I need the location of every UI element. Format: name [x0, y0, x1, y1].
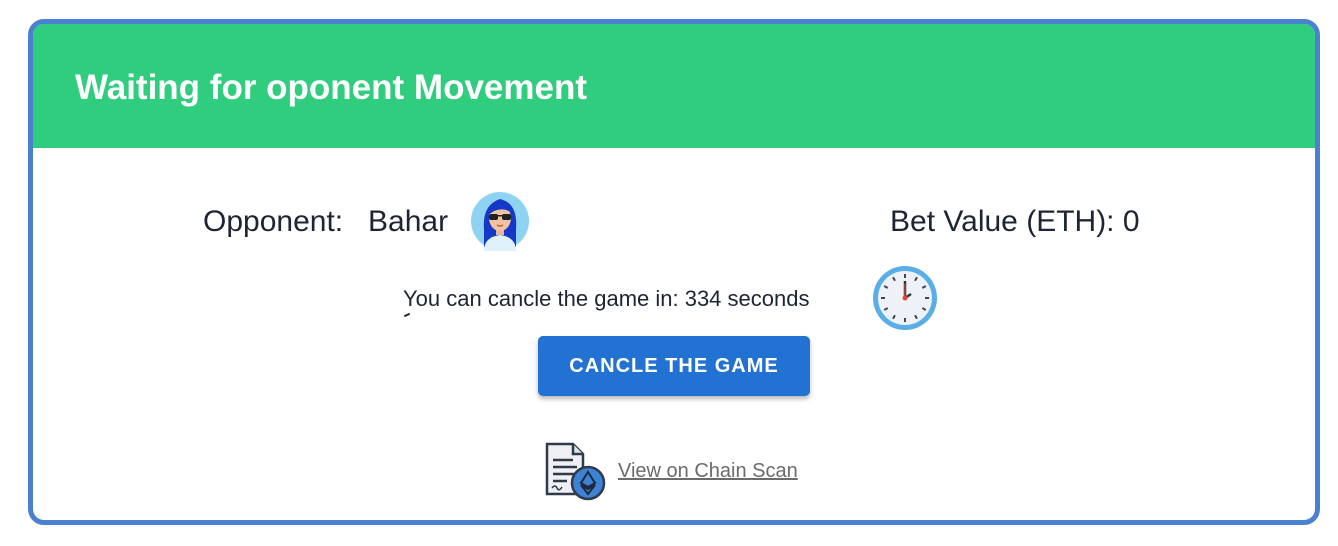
card-header: Waiting for oponent Movement [33, 24, 1315, 148]
avatar-woman-sunglasses-icon [471, 192, 529, 251]
cancel-game-button[interactable]: CANCLE THE GAME [538, 336, 810, 396]
cancel-countdown-text: You can cancle the game in: 334 seconds [403, 286, 810, 311]
text-artifact-mark [403, 312, 411, 318]
view-on-chain-scan-link[interactable]: View on Chain Scan [618, 458, 798, 484]
game-card: Waiting for oponent Movement Opponent: B… [28, 19, 1320, 525]
ethereum-document-icon [545, 442, 606, 501]
opponent-name: Bahar [368, 205, 449, 238]
opponent-label: Opponent: [203, 205, 344, 238]
page-title: Waiting for oponent Movement [75, 68, 587, 107]
bet-value: Bet Value (ETH): 0 [890, 205, 1140, 238]
clock-icon [873, 266, 937, 330]
